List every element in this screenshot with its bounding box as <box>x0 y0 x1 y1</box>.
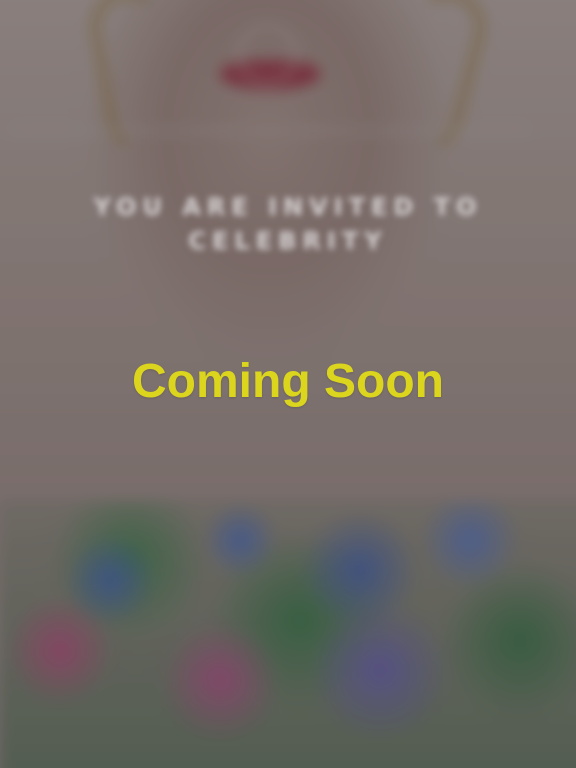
coming-soon-banner: Coming Soon <box>132 355 444 408</box>
